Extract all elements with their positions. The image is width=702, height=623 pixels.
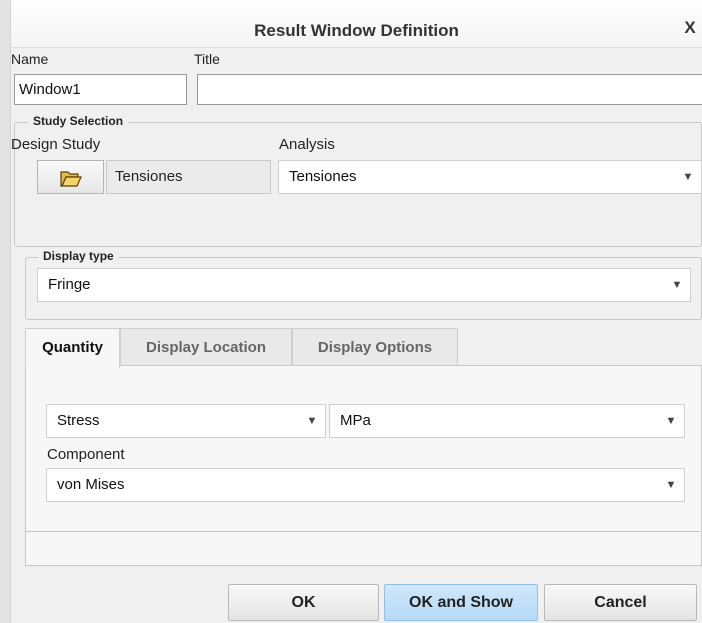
display-type-legend: Display type	[38, 249, 119, 263]
design-study-value: Tensiones	[106, 160, 271, 194]
design-study-label: Design Study	[11, 136, 101, 153]
chevron-down-icon: ▼	[665, 415, 677, 427]
ok-and-show-button[interactable]: OK and Show	[384, 584, 538, 621]
title-label: Title	[194, 51, 220, 67]
chevron-down-icon: ▼	[671, 279, 683, 291]
analysis-label: Analysis	[279, 136, 335, 153]
component-select[interactable]: von Mises ▼	[46, 468, 685, 502]
quantity-select[interactable]: Stress ▼	[46, 404, 326, 438]
component-label: Component	[47, 446, 125, 463]
chevron-down-icon: ▼	[665, 479, 677, 491]
ok-button[interactable]: OK	[228, 584, 379, 621]
tab-quantity[interactable]: Quantity	[25, 328, 120, 368]
unit-select-value: MPa	[340, 412, 371, 429]
analysis-select-value: Tensiones	[289, 168, 357, 185]
component-select-value: von Mises	[57, 476, 125, 493]
analysis-select[interactable]: Tensiones ▼	[278, 160, 702, 194]
display-type-select[interactable]: Fringe ▼	[37, 268, 691, 302]
display-type-select-value: Fringe	[48, 276, 91, 293]
name-label: Name	[11, 51, 49, 67]
result-window-definition-dialog: Result Window Definition X Name Title St…	[11, 0, 702, 623]
quantity-select-value: Stress	[57, 412, 100, 429]
study-selection-legend: Study Selection	[28, 114, 129, 128]
dialog-title: Result Window Definition	[254, 21, 459, 40]
tab-display-options[interactable]: Display Options	[292, 328, 458, 366]
window-left-edge	[0, 0, 11, 623]
open-folder-icon	[60, 171, 82, 187]
close-icon[interactable]: X	[678, 18, 702, 42]
quantity-tab-panel: Stress ▼ MPa ▼ Component von Mises ▼	[25, 365, 702, 566]
name-input[interactable]	[14, 74, 187, 105]
open-folder-button[interactable]	[37, 160, 104, 194]
chevron-down-icon: ▼	[306, 415, 318, 427]
title-input[interactable]	[197, 74, 702, 105]
tab-display-location[interactable]: Display Location	[120, 328, 292, 366]
quantity-inner-box	[26, 366, 700, 532]
unit-select[interactable]: MPa ▼	[329, 404, 685, 438]
chevron-down-icon: ▼	[682, 171, 694, 183]
dialog-titlebar: Result Window Definition X	[11, 0, 702, 48]
cancel-button[interactable]: Cancel	[544, 584, 697, 621]
